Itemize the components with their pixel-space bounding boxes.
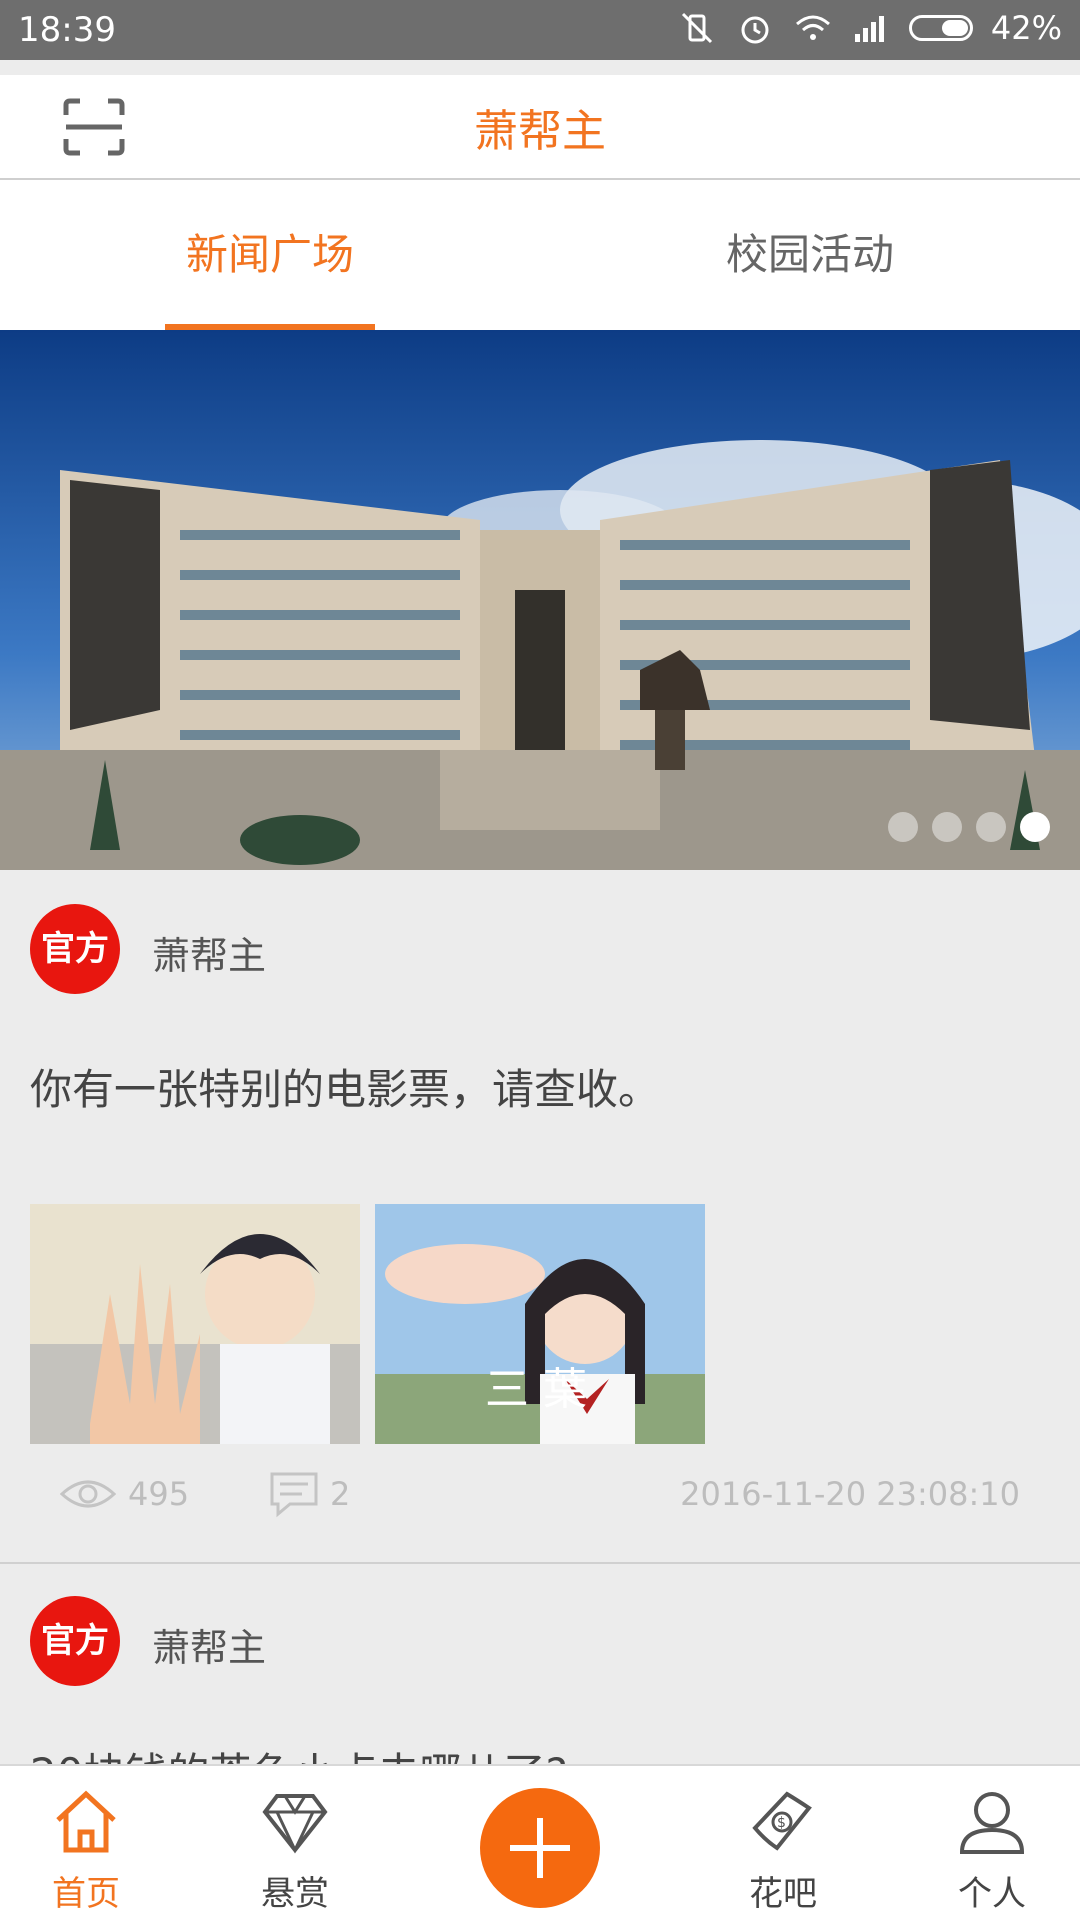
person-icon [959, 1792, 1025, 1854]
feed-post[interactable]: 官方 萧帮主 20块钱的茶色小点去哪儿了? [0, 1564, 1080, 1764]
nav-reward[interactable]: 悬赏 [195, 1766, 395, 1922]
post-text: 你有一张特别的电影票，请查收。 [30, 1065, 661, 1114]
tab-label: 新闻广场 [185, 230, 354, 279]
carousel-dot[interactable] [976, 812, 1006, 842]
tab-campus-activity[interactable]: 校园活动 [540, 180, 1080, 330]
nav-label: 个人 [958, 1874, 1026, 1914]
carousel-dot-active[interactable] [1020, 812, 1050, 842]
post-text: 20块钱的茶色小点去哪儿了? [30, 1740, 568, 1764]
page-title: 萧帮主 [474, 106, 606, 157]
nav-spend[interactable]: $ 花吧 [683, 1766, 883, 1922]
feed-post[interactable]: 官方 萧帮主 你有一张特别的电影票，请查收。 三 葉 495 2 2016-11… [0, 870, 1080, 1562]
official-badge-avatar[interactable]: 官方 [30, 1596, 120, 1686]
comments-count: 2 [330, 1475, 351, 1513]
nav-home[interactable]: 首页 [0, 1766, 186, 1922]
views-count: 495 [128, 1475, 190, 1513]
carousel-dot[interactable] [932, 812, 962, 842]
svg-text:三 葉: 三 葉 [485, 1364, 587, 1415]
banner-image [0, 330, 1080, 870]
views-icon [60, 1480, 116, 1508]
battery-percent: 42% [990, 9, 1062, 47]
post-timestamp: 2016-11-20 23:08:10 [680, 1475, 1020, 1513]
nav-label: 首页 [52, 1874, 120, 1914]
add-post-button[interactable] [480, 1788, 600, 1908]
official-badge-avatar[interactable]: 官方 [30, 904, 120, 994]
vibrate-off-icon [681, 12, 712, 44]
post-author[interactable]: 萧帮主 [152, 1617, 266, 1672]
tab-news-square[interactable]: 新闻广场 [0, 180, 540, 330]
banner-carousel[interactable] [0, 330, 1080, 870]
post-image-2[interactable]: 三 葉 [375, 1204, 705, 1444]
status-time: 18:39 [18, 10, 116, 50]
tab-label: 校园活动 [725, 230, 894, 279]
money-icon: $ [752, 1791, 812, 1851]
alarm-icon [741, 16, 769, 44]
nav-profile[interactable]: 个人 [892, 1766, 1080, 1922]
bottom-navigation: 首页 悬赏 $ 花吧 个人 [0, 1764, 1080, 1922]
tab-bar: 新闻广场 校园活动 [0, 180, 1080, 330]
nav-label: 花吧 [749, 1874, 817, 1914]
svg-text:$: $ [777, 1815, 786, 1831]
battery-icon [908, 15, 973, 41]
top-bar: 萧帮主 [0, 75, 1080, 180]
wifi-icon [795, 15, 830, 40]
diamond-icon [262, 1794, 328, 1854]
carousel-indicator [888, 812, 1050, 842]
carousel-dot[interactable] [888, 812, 918, 842]
post-image-1[interactable] [30, 1204, 360, 1444]
nav-label: 悬赏 [261, 1874, 329, 1914]
comments-icon[interactable] [268, 1470, 320, 1518]
signal-icon [854, 16, 884, 42]
status-bar: 18:39 42% [0, 0, 1080, 60]
home-icon [56, 1790, 116, 1853]
post-author[interactable]: 萧帮主 [152, 925, 266, 980]
